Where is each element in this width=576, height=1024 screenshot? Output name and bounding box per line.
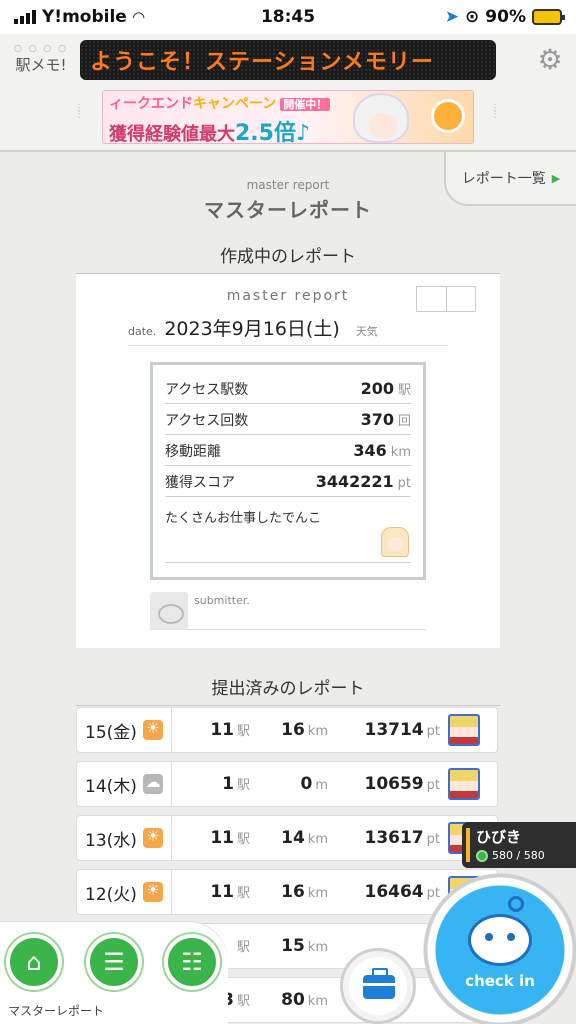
report-icon[interactable]: ☰: [86, 934, 142, 990]
stat-row-score: 獲得スコア 3442221 pt: [165, 466, 411, 497]
sunny-icon: [143, 719, 163, 740]
date-label: date.: [128, 325, 157, 338]
rotation-lock-icon: ⊙: [465, 7, 480, 27]
stamp-box: [416, 286, 476, 312]
partner-character-status[interactable]: ひびき 580 / 580: [462, 822, 576, 868]
carrier-label: Y!mobile: [42, 7, 127, 27]
character-avatar: [448, 714, 480, 746]
current-screen-label: マスターレポート: [8, 1004, 105, 1018]
stat-row-access-count: アクセス回数 370 回: [165, 404, 411, 435]
home-icon[interactable]: ⌂: [6, 934, 62, 990]
banner-campaign: キャンペーン: [193, 96, 277, 112]
banner-prefix: ィークエンド: [109, 96, 193, 112]
stat-row-stations: アクセス駅数 200 駅: [165, 373, 411, 404]
sunny-icon: [143, 827, 163, 848]
briefcase-icon: [363, 968, 395, 999]
cloudy-icon: [143, 773, 163, 794]
report-date-line: date. 2023年9月16日(土) 天気: [128, 314, 448, 346]
battery-percent: 90%: [485, 7, 526, 27]
report-date: 2023年9月16日(土): [164, 318, 340, 340]
sunny-icon: [143, 881, 163, 902]
current-report-heading: 作成中のレポート: [76, 242, 500, 274]
banner-exp-text: 獲得経験値最大: [109, 124, 235, 144]
submitter-icon: [150, 592, 188, 630]
signal-icon: [14, 10, 36, 24]
signature-line: [165, 562, 411, 563]
check-in-button[interactable]: check in: [416, 866, 576, 1024]
app-logo[interactable]: ○ ○ ○ ○ 駅メモ!: [10, 44, 72, 90]
banner-badge: 開催中！: [280, 98, 331, 111]
submitter-label: submitter.: [194, 594, 250, 607]
location-icon: ➤: [444, 7, 460, 27]
banner-prev-indicator: ⋮ ⋮: [74, 103, 84, 120]
report-row[interactable]: 14(木) 1駅 0m 10659pt: [76, 761, 498, 807]
hp-icon: [476, 849, 488, 862]
clock: 18:45: [260, 7, 316, 27]
weather-label: 天気: [355, 325, 378, 338]
status-bar: Y!mobile ◠ 18:45 ➤ ⊙ 90%: [0, 0, 576, 34]
report-row[interactable]: 13(水) 11駅 14km 13617pt: [76, 815, 498, 861]
banner-next-indicator: ⋮ ⋮: [490, 103, 500, 120]
character-name: ひびき: [476, 828, 522, 846]
bottom-nav: ⌂ ☰ ☷ マスターレポート: [0, 922, 228, 1024]
current-report-card: master report date. 2023年9月16日(土) 天気 アクセ…: [76, 274, 500, 648]
campaign-banner[interactable]: ィークエンドキャンペーン 開催中！ 獲得経験値最大2.5倍♪: [102, 90, 474, 144]
character-avatar: [381, 527, 409, 557]
toolbox-button[interactable]: [340, 948, 416, 1024]
submitted-reports-heading: 提出済みのレポート: [76, 674, 500, 706]
app-header: ○ ○ ○ ○ 駅メモ! ようこそ！ステーションメモリー ⚙ ⋮ ⋮ ⋮ ⋮ ィーク…: [0, 34, 576, 152]
stat-row-distance: 移動距離 346 km: [165, 435, 411, 466]
character-avatar: [448, 768, 480, 800]
stats-panel: アクセス駅数 200 駅 アクセス回数 370 回 移動距離 346 km 獲得スコア…: [150, 362, 426, 580]
page-title: マスターレポート: [204, 198, 372, 222]
antenna-icon: [508, 896, 524, 912]
banner-exp-value: 2.5倍♪: [235, 121, 311, 144]
welcome-marquee: ようこそ！ステーションメモリー: [80, 40, 496, 80]
train-list-icon[interactable]: ☷: [164, 934, 220, 990]
report-comment: たくさんお仕事したでんこ: [165, 511, 322, 526]
denco-face-icon: [468, 914, 532, 966]
banner-fruit-image: [431, 99, 465, 133]
banner-character-image: [353, 93, 409, 143]
submitter-field: submitter.: [150, 590, 426, 630]
character-hp: 580 / 580: [492, 849, 545, 862]
check-in-label: check in: [465, 972, 535, 990]
report-row[interactable]: 15(金) 11駅 16km 13714pt: [76, 707, 498, 753]
battery-icon: [532, 9, 565, 25]
page-subtitle: master report: [246, 178, 330, 192]
settings-gear-icon[interactable]: ⚙: [536, 46, 564, 74]
wifi-icon: ◠: [132, 8, 145, 26]
